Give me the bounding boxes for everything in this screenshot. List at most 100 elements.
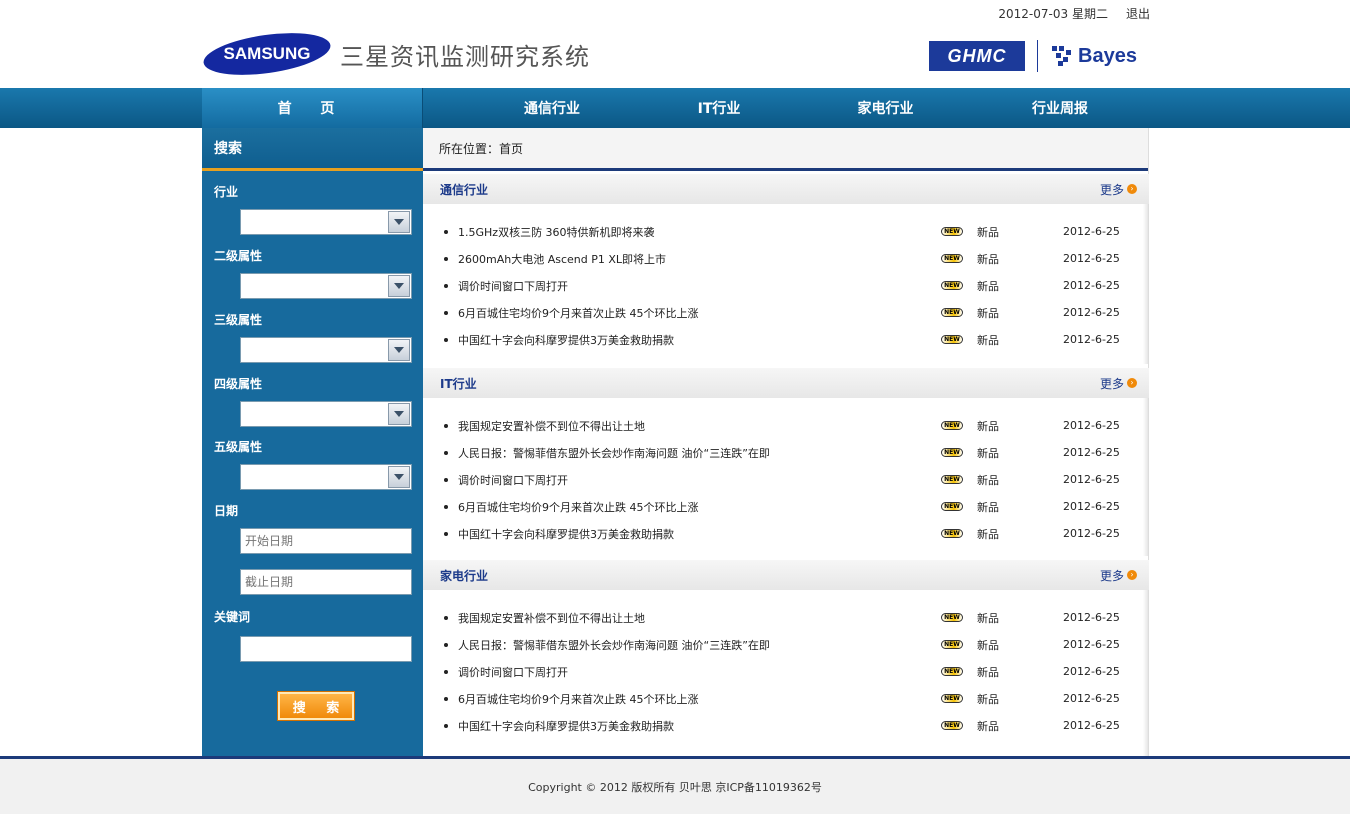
new-badge-icon: NEW xyxy=(941,529,963,538)
chevron-down-icon[interactable] xyxy=(388,403,410,425)
nav-telecom[interactable]: 通信行业 xyxy=(423,88,681,128)
bullet-icon xyxy=(444,229,448,234)
logout-link[interactable]: 退出 xyxy=(1126,5,1150,22)
copyright-text: Copyright © 2012 版权所有 贝叶思 京ICP备11019362号 xyxy=(528,780,822,794)
keyword-input[interactable] xyxy=(240,636,412,662)
news-list: 1.5GHz双核三防 360特供新机即将来袭 NEW 新品 2012-6-25 260… xyxy=(423,204,1149,353)
nav-it[interactable]: IT行业 xyxy=(681,88,757,128)
more-label[interactable]: 更多 xyxy=(1100,567,1124,584)
news-tag: 新品 xyxy=(977,419,999,433)
industry-select[interactable] xyxy=(240,209,412,235)
news-title[interactable]: 中国红十字会向科摩罗提供3万美金救助捐款 xyxy=(458,718,941,734)
news-date: 2012-6-25 xyxy=(1063,252,1120,265)
section-edge-shadow xyxy=(1143,590,1148,756)
main-nav: 首 页 通信行业 IT行业 家电行业 行业周报 xyxy=(0,88,1350,128)
more-link[interactable]: 更多 › xyxy=(1100,375,1137,392)
news-title[interactable]: 中国红十字会向科摩罗提供3万美金救助捐款 xyxy=(458,332,941,348)
current-weekday: 星期二 xyxy=(1071,7,1108,21)
news-title[interactable]: 中国红十字会向科摩罗提供3万美金救助捐款 xyxy=(458,526,941,542)
bullet-icon xyxy=(444,423,448,428)
level3-select[interactable] xyxy=(240,337,412,363)
news-title[interactable]: 6月百城住宅均价9个月来首次止跌 45个环比上涨 xyxy=(458,691,941,707)
arrow-right-icon[interactable]: › xyxy=(1127,570,1137,580)
news-title[interactable]: 调价时间窗口下周打开 xyxy=(458,278,941,294)
bullet-icon xyxy=(444,723,448,728)
bullet-icon xyxy=(444,504,448,509)
news-title[interactable]: 人民日报：警惕菲借东盟外长会炒作南海问题 油价“三连跌”在即 xyxy=(458,637,941,653)
more-link[interactable]: 更多 › xyxy=(1100,567,1137,584)
news-title[interactable]: 1.5GHz双核三防 360特供新机即将来袭 xyxy=(458,224,941,240)
list-item: 我国规定安置补偿不到位不得出让土地 NEW 新品 2012-6-25 xyxy=(423,412,1149,439)
new-badge-icon: NEW xyxy=(941,640,963,649)
news-title[interactable]: 6月百城住宅均价9个月来首次止跌 45个环比上涨 xyxy=(458,499,941,515)
new-badge-icon: NEW xyxy=(941,475,963,484)
bullet-icon xyxy=(444,310,448,315)
news-title[interactable]: 调价时间窗口下周打开 xyxy=(458,472,941,488)
new-badge-icon: NEW xyxy=(941,694,963,703)
section-edge-shadow xyxy=(1143,204,1148,364)
arrow-right-icon[interactable]: › xyxy=(1127,378,1137,388)
more-label[interactable]: 更多 xyxy=(1100,375,1124,392)
section-header: 家电行业 更多 › xyxy=(423,560,1149,590)
news-date: 2012-6-25 xyxy=(1063,719,1120,732)
top-links: 2012-07-03 星期二 退出 xyxy=(998,5,1150,22)
chevron-down-icon[interactable] xyxy=(388,466,410,488)
nav-weekly-report[interactable]: 行业周报 xyxy=(1014,88,1106,128)
news-date: 2012-6-25 xyxy=(1063,279,1120,292)
news-title[interactable]: 人民日报：警惕菲借东盟外长会炒作南海问题 油价“三连跌”在即 xyxy=(458,445,941,461)
news-tag: 新品 xyxy=(977,500,999,514)
list-item: 中国红十字会向科摩罗提供3万美金救助捐款 NEW 新品 2012-6-25 xyxy=(423,520,1149,547)
section-appliance: 家电行业 更多 › 我国规定安置补偿不到位不得出让土地 NEW 新品 2012-6-25… xyxy=(423,560,1149,739)
news-title[interactable]: 我国规定安置补偿不到位不得出让土地 xyxy=(458,610,941,626)
level5-select[interactable] xyxy=(240,464,412,490)
level4-select[interactable] xyxy=(240,401,412,427)
section-header: 通信行业 更多 › xyxy=(423,174,1149,204)
news-tag: 新品 xyxy=(977,611,999,625)
level3-label: 三级属性 xyxy=(214,313,263,327)
arrow-right-icon[interactable]: › xyxy=(1127,184,1137,194)
news-tag: 新品 xyxy=(977,719,999,733)
news-tag: 新品 xyxy=(977,225,999,239)
level2-select[interactable] xyxy=(240,273,412,299)
list-item: 中国红十字会向科摩罗提供3万美金救助捐款 NEW 新品 2012-6-25 xyxy=(423,712,1149,739)
news-tag: 新品 xyxy=(977,527,999,541)
news-title[interactable]: 6月百城住宅均价9个月来首次止跌 45个环比上涨 xyxy=(458,305,941,321)
level5-label: 五级属性 xyxy=(214,440,263,454)
news-date: 2012-6-25 xyxy=(1063,638,1120,651)
news-date: 2012-6-25 xyxy=(1063,446,1120,459)
nav-home[interactable]: 首 页 xyxy=(202,88,423,128)
new-badge-icon: NEW xyxy=(941,613,963,622)
more-link[interactable]: 更多 › xyxy=(1100,181,1137,198)
news-date: 2012-6-25 xyxy=(1063,500,1120,513)
end-date-input[interactable] xyxy=(240,569,412,595)
sidebar-title: 搜索 xyxy=(202,128,423,171)
bullet-icon xyxy=(444,283,448,288)
chevron-down-icon[interactable] xyxy=(388,275,410,297)
new-badge-icon: NEW xyxy=(941,308,963,317)
news-date: 2012-6-25 xyxy=(1063,473,1120,486)
level4-label: 四级属性 xyxy=(214,377,263,391)
chevron-down-icon[interactable] xyxy=(388,339,410,361)
bullet-icon xyxy=(444,337,448,342)
section-telecom: 通信行业 更多 › 1.5GHz双核三防 360特供新机即将来袭 NEW 新品 2012… xyxy=(423,174,1149,353)
chevron-down-icon[interactable] xyxy=(388,211,410,233)
list-item: 中国红十字会向科摩罗提供3万美金救助捐款 NEW 新品 2012-6-25 xyxy=(423,326,1149,353)
level2-label: 二级属性 xyxy=(214,249,263,263)
start-date-input[interactable] xyxy=(240,528,412,554)
samsung-logo: SAMSUNG xyxy=(203,33,331,75)
news-title[interactable]: 我国规定安置补偿不到位不得出让土地 xyxy=(458,418,941,434)
bullet-icon xyxy=(444,696,448,701)
news-title[interactable]: 调价时间窗口下周打开 xyxy=(458,664,941,680)
date-label: 日期 xyxy=(214,504,239,518)
nav-appliance[interactable]: 家电行业 xyxy=(757,88,1014,128)
news-date: 2012-6-25 xyxy=(1063,419,1120,432)
bullet-icon xyxy=(444,477,448,482)
section-title: IT行业 xyxy=(440,376,477,391)
more-label[interactable]: 更多 xyxy=(1100,181,1124,198)
list-item: 6月百城住宅均价9个月来首次止跌 45个环比上涨 NEW 新品 2012-6-25 xyxy=(423,685,1149,712)
news-title[interactable]: 2600mAh大电池 Ascend P1 XL即将上市 xyxy=(458,251,941,267)
list-item: 我国规定安置补偿不到位不得出让土地 NEW 新品 2012-6-25 xyxy=(423,604,1149,631)
search-button[interactable]: 搜 索 xyxy=(278,692,354,720)
samsung-logo-text: SAMSUNG xyxy=(224,44,311,63)
news-tag: 新品 xyxy=(977,473,999,487)
